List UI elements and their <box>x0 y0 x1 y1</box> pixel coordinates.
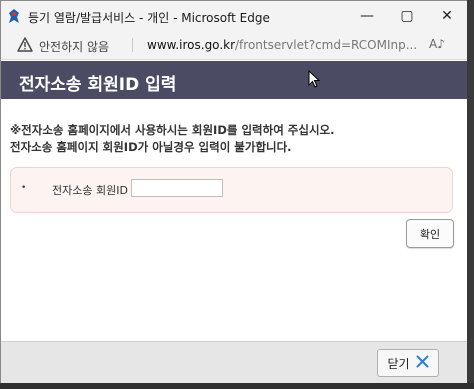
notice-text: ※전자소송 홈페이지에서 사용하시는 회원ID를 입력하여 주십시오. 전자소송… <box>10 122 334 156</box>
security-status-label[interactable]: 안전하지 않음 <box>39 38 109 55</box>
member-id-form: • 전자소송 회원ID <box>10 167 453 213</box>
dialog-footer: 닫기 <box>1 341 467 384</box>
maximize-button[interactable]: ▢ <box>387 1 427 31</box>
warning-icon[interactable] <box>17 37 33 56</box>
mouse-pointer-icon <box>308 69 321 92</box>
close-dialog-button[interactable]: 닫기 <box>377 349 439 377</box>
close-x-icon <box>416 355 429 371</box>
member-id-input[interactable] <box>131 179 223 197</box>
form-bullet: • <box>21 183 27 193</box>
background-window-edge <box>467 0 474 389</box>
site-favicon-icon <box>7 8 21 24</box>
title-bar[interactable]: 등기 열람/발급서비스 - 개인 - Microsoft Edge — ▢ ✕ <box>1 1 467 31</box>
confirm-button[interactable]: 확인 <box>406 219 454 248</box>
close-button-label: 닫기 <box>387 356 410 371</box>
window-title: 등기 열람/발급서비스 - 개인 - Microsoft Edge <box>28 11 270 25</box>
url-field[interactable]: www.iros.go.kr/frontservlet?cmd=RCOMInp.… <box>147 38 417 52</box>
notice-line-2: 전자소송 홈페이지 회원ID가 아닐경우 입력이 불가합니다. <box>10 140 292 154</box>
close-window-button[interactable]: ✕ <box>427 1 467 31</box>
background-window-strip <box>0 383 474 389</box>
minimize-button[interactable]: — <box>347 1 387 31</box>
browser-popup-window: 등기 열람/발급서비스 - 개인 - Microsoft Edge — ▢ ✕ … <box>0 0 468 385</box>
member-id-label: 전자소송 회원ID <box>52 184 128 197</box>
dialog-header: 전자소송 회원ID 입력 <box>1 61 467 99</box>
read-aloud-icon[interactable]: A♪ <box>429 37 445 51</box>
address-divider <box>132 38 133 52</box>
notice-line-1: ※전자소송 홈페이지에서 사용하시는 회원ID를 입력하여 주십시오. <box>10 123 335 137</box>
url-host: www.iros.go.kr <box>147 38 236 52</box>
address-bar[interactable]: 안전하지 않음 www.iros.go.kr/frontservlet?cmd=… <box>1 31 467 60</box>
dialog-title: 전자소송 회원ID 입력 <box>19 75 177 95</box>
url-path: /frontservlet?cmd=RCOMInp... <box>235 38 417 52</box>
